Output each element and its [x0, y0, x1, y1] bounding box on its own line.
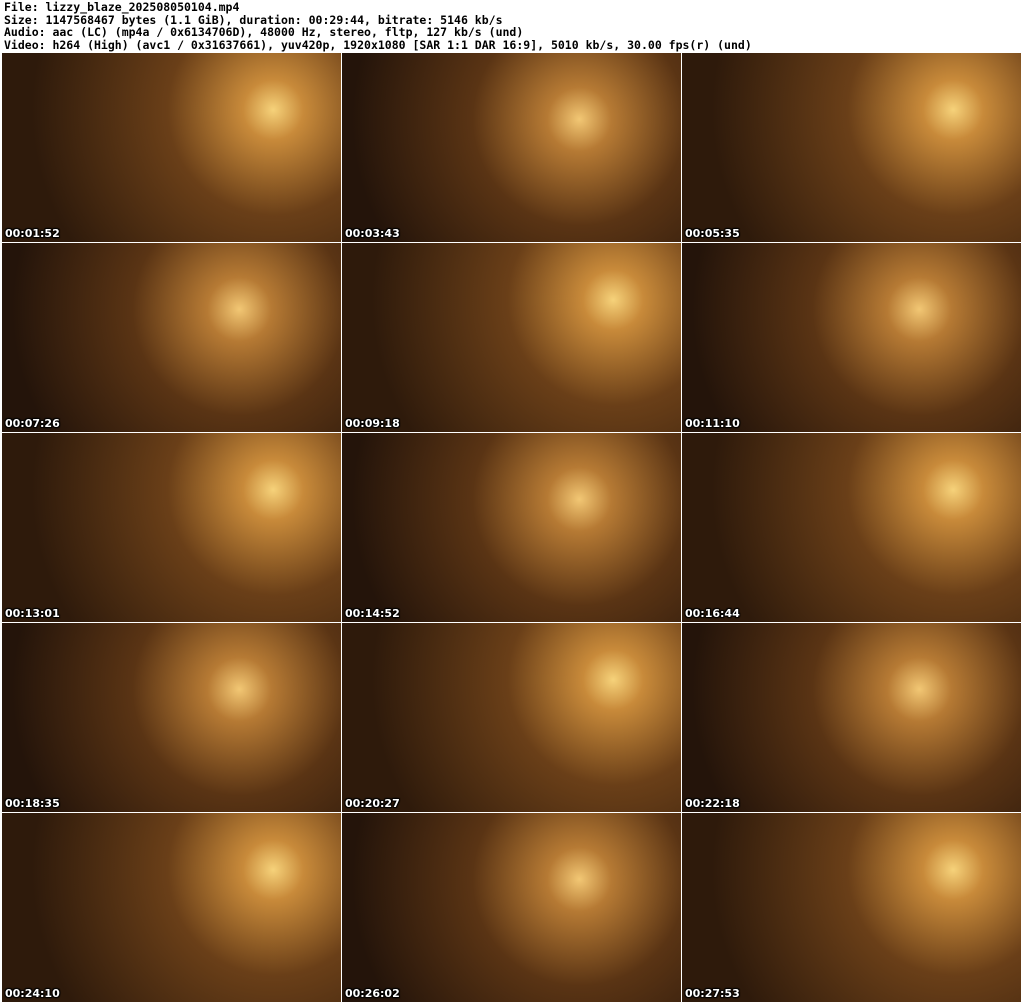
thumbnail-timestamp: 00:26:02 [345, 987, 400, 1000]
thumbnail-timestamp: 00:11:10 [685, 417, 740, 430]
thumbnail-timestamp: 00:27:53 [685, 987, 740, 1000]
video-thumbnail: 00:05:35 [682, 53, 1021, 242]
file-info-header: File: lizzy_blaze_202508050104.mp4 Size: … [4, 1, 752, 51]
thumbnail-timestamp: 00:14:52 [345, 607, 400, 620]
video-thumbnail: 00:16:44 [682, 433, 1021, 622]
video-thumbnail: 00:03:43 [342, 53, 681, 242]
thumbnail-timestamp: 00:03:43 [345, 227, 400, 240]
thumbnail-timestamp: 00:18:35 [5, 797, 60, 810]
video-thumbnail: 00:24:10 [2, 813, 341, 1002]
video-thumbnail: 00:13:01 [2, 433, 341, 622]
video-info: Video: h264 (High) (avc1 / 0x31637661), … [4, 37, 752, 52]
video-thumbnail: 00:09:18 [342, 243, 681, 432]
video-thumbnail: 00:01:52 [2, 53, 341, 242]
thumbnail-grid: 00:01:52 00:03:43 00:05:35 00:07:26 00:09:18… [2, 53, 1021, 1002]
audio-info: Audio: aac (LC) (mp4a / 0x6134706D), 480… [4, 25, 524, 40]
video-thumbnail: 00:07:26 [2, 243, 341, 432]
video-thumbnail: 00:26:02 [342, 813, 681, 1002]
thumbnail-timestamp: 00:07:26 [5, 417, 60, 430]
thumbnail-timestamp: 00:22:18 [685, 797, 740, 810]
thumbnail-timestamp: 00:24:10 [5, 987, 60, 1000]
video-thumbnail: 00:27:53 [682, 813, 1021, 1002]
video-thumbnail: 00:11:10 [682, 243, 1021, 432]
video-thumbnail: 00:22:18 [682, 623, 1021, 812]
file-name: File: lizzy_blaze_202508050104.mp4 [4, 0, 240, 14]
thumbnail-timestamp: 00:05:35 [685, 227, 740, 240]
video-thumbnail: 00:14:52 [342, 433, 681, 622]
thumbnail-timestamp: 00:01:52 [5, 227, 60, 240]
video-thumbnail: 00:18:35 [2, 623, 341, 812]
thumbnail-timestamp: 00:16:44 [685, 607, 740, 620]
thumbnail-timestamp: 00:13:01 [5, 607, 60, 620]
video-thumbnail: 00:20:27 [342, 623, 681, 812]
thumbnail-timestamp: 00:09:18 [345, 417, 400, 430]
thumbnail-timestamp: 00:20:27 [345, 797, 400, 810]
